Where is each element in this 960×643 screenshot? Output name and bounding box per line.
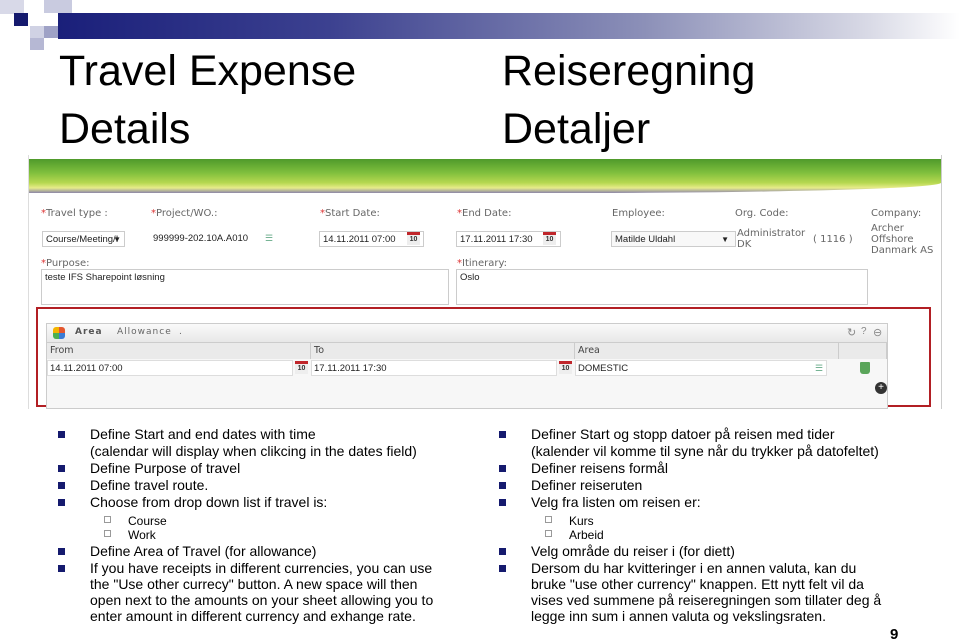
breadcrumb: Area Allowance . ↻ ? ⊖	[47, 324, 887, 343]
company-name: Archer Offshore Danmark AS	[871, 223, 934, 256]
bullet-marker	[499, 499, 506, 506]
org-code-label: Org. Code:	[735, 208, 789, 219]
app-header-banner	[29, 159, 941, 193]
bullet-en-area: Define Area of Travel (for allowance)	[58, 543, 316, 560]
bullet-en-travel-type: Choose from drop down list if travel is:	[58, 494, 327, 511]
title-line: Details	[59, 105, 191, 153]
breadcrumb-allowance[interactable]: Allowance	[117, 327, 172, 337]
decor-square	[30, 38, 44, 50]
sub-bullet-marker	[545, 530, 552, 537]
from-date-cell[interactable]: 14.11.2011 07:00	[47, 360, 293, 376]
bullet-marker	[499, 431, 506, 438]
decor-square	[44, 0, 72, 13]
app-logo-icon	[53, 327, 65, 339]
purpose-label: *Purpose:	[41, 258, 90, 269]
list-picker-icon[interactable]: ☰	[265, 233, 275, 243]
employee-label: Employee:	[612, 208, 665, 219]
sub-bullet-marker	[104, 530, 111, 537]
bullet-no-travel-type: Velg fra listen om reisen er:	[499, 494, 701, 511]
page-number: 9	[890, 626, 899, 643]
title-line: Detaljer	[502, 105, 651, 153]
bullet-marker	[58, 431, 65, 438]
minimize-icon[interactable]: ⊖	[873, 326, 882, 339]
help-icon[interactable]: ?	[861, 326, 867, 337]
bullet-en-dates: Define Start and end dates with time (cal…	[58, 426, 417, 460]
bullet-marker	[499, 548, 506, 555]
purpose-textarea[interactable]: teste IFS Sharepoint løsning	[41, 269, 449, 305]
bullet-marker	[58, 499, 65, 506]
bullet-no-area: Velg område du reiser i (for diett)	[499, 543, 735, 560]
itinerary-textarea[interactable]: Oslo	[456, 269, 868, 305]
sub-bullet-en-course: Course	[104, 514, 167, 528]
list-picker-icon[interactable]: ☰	[815, 363, 825, 373]
calendar-icon[interactable]: 10	[295, 361, 308, 374]
slide-title-norwegian: Reiseregning Detaljer	[502, 42, 755, 158]
bullet-marker	[499, 482, 506, 489]
column-header-to: To	[311, 343, 575, 359]
dropdown-arrow-icon: ▼	[721, 235, 729, 244]
to-date-cell[interactable]: 17.11.2011 17:30	[311, 360, 557, 376]
bullet-marker	[58, 548, 65, 555]
delete-row-icon[interactable]	[860, 362, 870, 374]
bullet-no-purpose: Definer reisens formål	[499, 460, 668, 477]
breadcrumb-area[interactable]: Area	[75, 327, 103, 337]
bullet-en-currency: If you have receipts in different curren…	[58, 560, 433, 624]
decor-square	[30, 26, 44, 38]
app-screenshot: *Travel type : Course/Meeting/I ▼ *Projec…	[28, 155, 942, 409]
title-line: Travel Expense	[59, 47, 357, 95]
add-row-icon[interactable]: +	[875, 382, 887, 394]
slide-title-english: Travel Expense Details	[59, 42, 356, 158]
sub-bullet-marker	[545, 516, 552, 523]
end-date-label: *End Date:	[457, 208, 512, 219]
dropdown-arrow-icon: ▼	[113, 235, 121, 244]
refresh-icon[interactable]: ↻	[847, 326, 856, 339]
bullet-marker	[499, 465, 506, 472]
title-bar-decoration	[58, 13, 960, 39]
area-cell[interactable]: DOMESTIC	[575, 360, 827, 376]
itinerary-label: *Itinerary:	[457, 258, 508, 269]
column-header-actions	[839, 343, 887, 359]
start-date-label: *Start Date:	[320, 208, 380, 219]
column-header-area: Area	[575, 343, 839, 359]
breadcrumb-trailing: .	[179, 327, 183, 337]
calendar-icon[interactable]: 10	[407, 232, 420, 245]
org-code-value: ( 1116 )	[813, 234, 853, 245]
area-allowance-highlight: Area Allowance . ↻ ? ⊖ From To Area 14.1…	[36, 307, 931, 409]
bullet-marker	[499, 565, 506, 572]
project-label: *Project/WO.:	[151, 208, 218, 219]
employee-select[interactable]: Matilde Uldahl ▼	[611, 231, 736, 247]
company-label: Company:	[871, 208, 922, 219]
bullet-marker	[58, 482, 65, 489]
decor-square	[44, 26, 58, 38]
sub-bullet-no-work: Arbeid	[545, 528, 604, 542]
org-code-name: Administrator DK	[737, 228, 806, 250]
travel-type-select[interactable]: Course/Meeting/I ▼	[42, 231, 125, 247]
sub-bullet-marker	[104, 516, 111, 523]
sub-bullet-no-course: Kurs	[545, 514, 594, 528]
bullet-marker	[58, 565, 65, 572]
bullet-en-purpose: Define Purpose of travel	[58, 460, 240, 477]
sub-bullet-en-work: Work	[104, 528, 156, 542]
bullet-no-dates: Definer Start og stopp datoer på reisen …	[499, 426, 879, 460]
bullet-marker	[58, 465, 65, 472]
area-allowance-panel: Area Allowance . ↻ ? ⊖ From To Area 14.1…	[46, 323, 888, 409]
decor-square	[0, 0, 24, 14]
title-line: Reiseregning	[502, 47, 756, 95]
travel-type-label: *Travel type :	[41, 208, 108, 219]
bullet-no-currency: Dersom du har kvitteringer i en annen va…	[499, 560, 881, 624]
bullet-en-route: Define travel route.	[58, 477, 208, 494]
calendar-icon[interactable]: 10	[559, 361, 572, 374]
decor-square	[14, 13, 28, 26]
column-header-from: From	[47, 343, 311, 359]
calendar-icon[interactable]: 10	[543, 232, 556, 245]
project-input[interactable]: 999999-202.10A.A010	[150, 231, 280, 247]
bullet-no-route: Definer reiseruten	[499, 477, 642, 494]
